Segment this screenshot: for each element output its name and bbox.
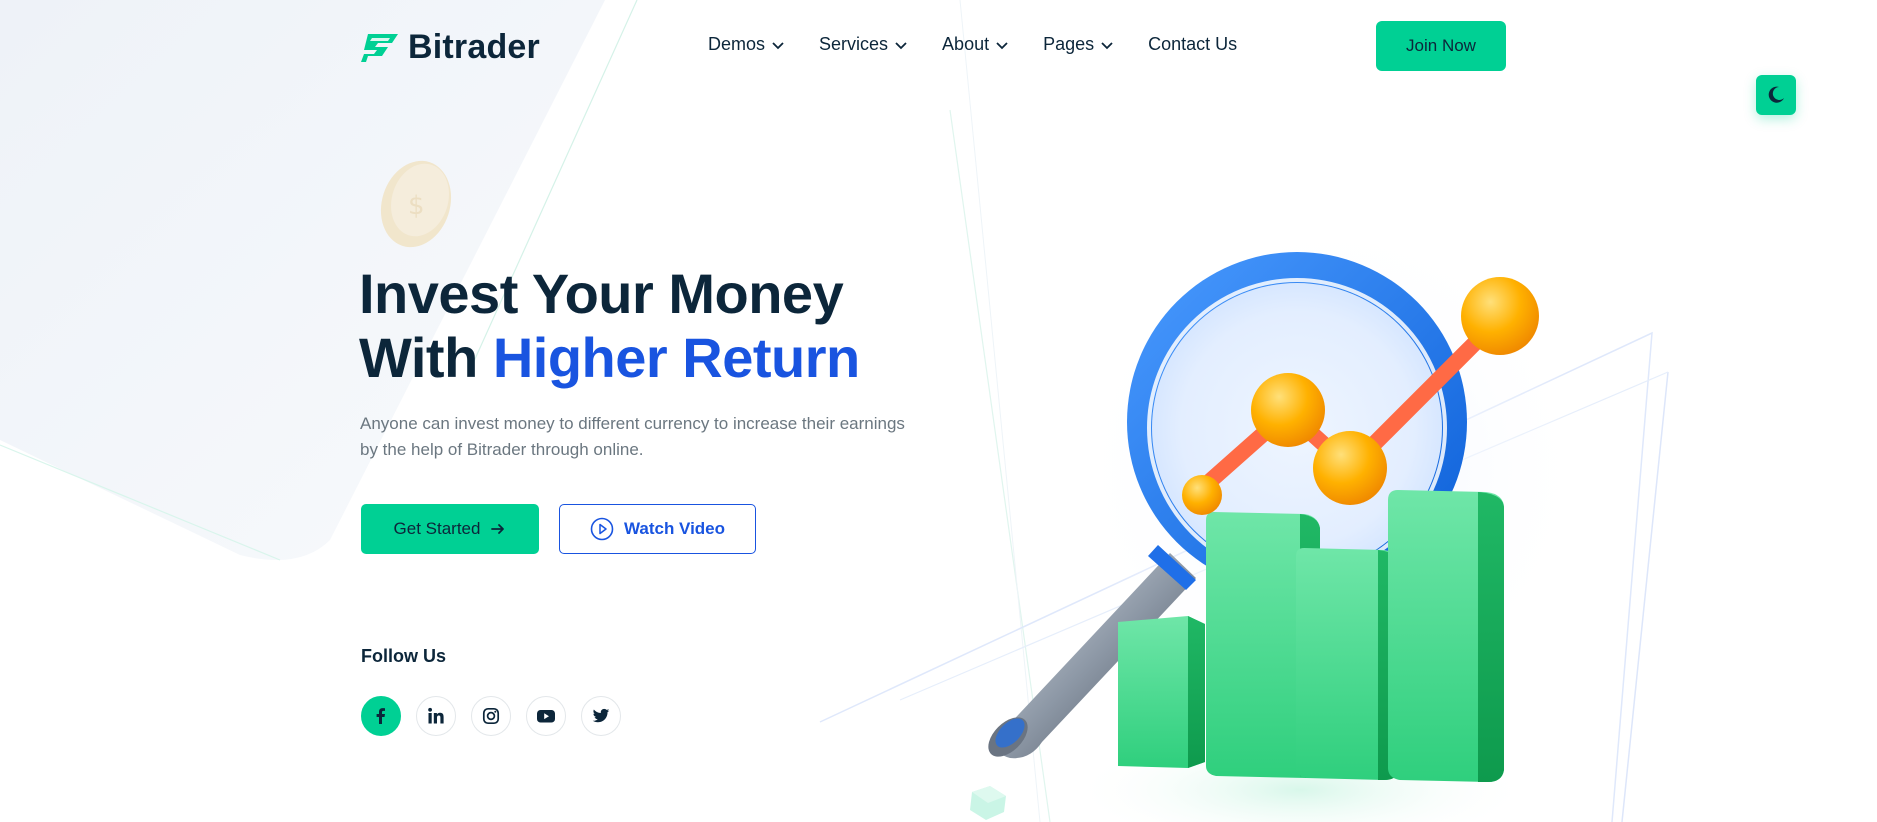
trend-point-2	[1251, 373, 1325, 447]
watch-video-button[interactable]: Watch Video	[559, 504, 756, 554]
twitter-icon	[592, 708, 610, 723]
facebook-icon	[376, 708, 385, 724]
social-links	[361, 696, 621, 736]
trend-point-3	[1313, 431, 1387, 505]
arrow-right-icon	[491, 524, 505, 534]
youtube-icon	[537, 710, 555, 723]
bitrader-logo-icon	[361, 33, 398, 62]
hero-title-line1: Invest Your Money	[359, 262, 844, 325]
nav-item-label: Demos	[708, 34, 766, 54]
bar-4	[1388, 490, 1504, 782]
logo[interactable]: Bitrader	[360, 28, 540, 67]
trend-point-4	[1461, 277, 1539, 355]
trend-point-1	[1182, 475, 1222, 515]
nav-item-demos[interactable]: Demos	[708, 34, 785, 55]
social-linkedin[interactable]	[416, 696, 456, 736]
chevron-down-icon	[996, 41, 1008, 49]
nav-item-pages[interactable]: Pages	[1043, 34, 1114, 55]
main-nav: Demos Services About Pages Contact Us	[708, 34, 1237, 55]
instagram-icon	[482, 707, 500, 725]
nav-item-label: Services	[819, 34, 889, 54]
bar-1	[1118, 616, 1205, 768]
social-facebook[interactable]	[361, 696, 401, 736]
chevron-down-icon	[1101, 41, 1113, 49]
join-now-button[interactable]: Join Now	[1376, 21, 1506, 71]
landing-page: $ Bitrader Demos Services About Pages Co…	[0, 0, 1877, 822]
hero-illustration	[988, 252, 1539, 782]
get-started-label: Get Started	[393, 519, 481, 538]
bar-3	[1296, 548, 1398, 780]
hero-title: Invest Your Money With Higher Return	[359, 262, 860, 390]
nav-item-label: Contact Us	[1148, 34, 1238, 54]
hero-title-accent: Higher Return	[492, 326, 860, 389]
chevron-down-icon	[772, 41, 784, 49]
social-twitter[interactable]	[581, 696, 621, 736]
watch-video-label: Watch Video	[623, 519, 726, 538]
social-instagram[interactable]	[471, 696, 511, 736]
chevron-down-icon	[895, 41, 907, 49]
brand-name: Bitrader	[408, 28, 540, 66]
follow-us-title: Follow Us	[361, 646, 446, 666]
get-started-button[interactable]: Get Started	[361, 504, 539, 554]
hero-description: Anyone can invest money to different cur…	[360, 414, 905, 459]
svg-text:$: $	[408, 191, 425, 221]
background-decoration: $	[0, 0, 1669, 822]
nav-item-label: Pages	[1043, 34, 1095, 54]
nav-item-about[interactable]: About	[942, 34, 1009, 55]
linkedin-icon	[428, 707, 444, 724]
nav-item-services[interactable]: Services	[819, 34, 908, 55]
nav-item-contact[interactable]: Contact Us	[1148, 34, 1237, 55]
hero-title-line2-prefix: With	[359, 326, 478, 389]
theme-toggle-button[interactable]	[1756, 75, 1796, 115]
nav-item-label: About	[942, 34, 990, 54]
play-circle-icon	[590, 517, 614, 541]
moon-icon	[1768, 86, 1784, 103]
social-youtube[interactable]	[526, 696, 566, 736]
